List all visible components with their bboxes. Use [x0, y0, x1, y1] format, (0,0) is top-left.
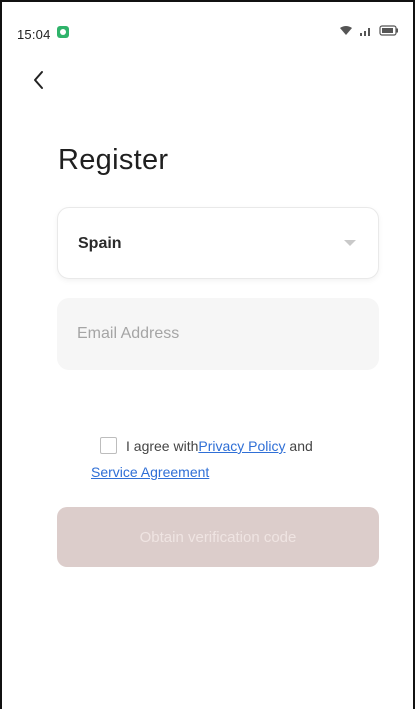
back-button[interactable] — [28, 68, 52, 92]
status-icons — [339, 25, 399, 36]
service-agreement-link[interactable]: Service Agreement — [91, 464, 209, 480]
country-value: Spain — [78, 235, 122, 252]
battery-icon — [379, 25, 398, 36]
wifi-icon — [340, 26, 352, 35]
status-bar: 15:04 — [2, 2, 413, 42]
chevron-left-icon — [34, 71, 43, 89]
status-time: 15:04 — [17, 27, 51, 42]
agree-conjunction: and — [285, 438, 313, 454]
email-field[interactable] — [57, 298, 379, 370]
country-select[interactable]: Spain — [57, 207, 379, 279]
signal-icon — [360, 28, 370, 36]
caret-down-icon — [344, 240, 356, 246]
privacy-policy-link[interactable]: Privacy Policy — [198, 438, 285, 454]
green-app-icon — [57, 26, 69, 38]
agree-prefix: I agree with — [126, 438, 199, 454]
agreement-text: I agree withPrivacy Policy and Service Ag… — [91, 433, 381, 485]
page-title: Register — [58, 144, 169, 176]
agree-checkbox[interactable] — [100, 437, 117, 455]
phone-screen: 15:04 Register Spain I agre — [0, 0, 415, 709]
obtain-code-button[interactable]: Obtain verification code — [57, 507, 379, 567]
